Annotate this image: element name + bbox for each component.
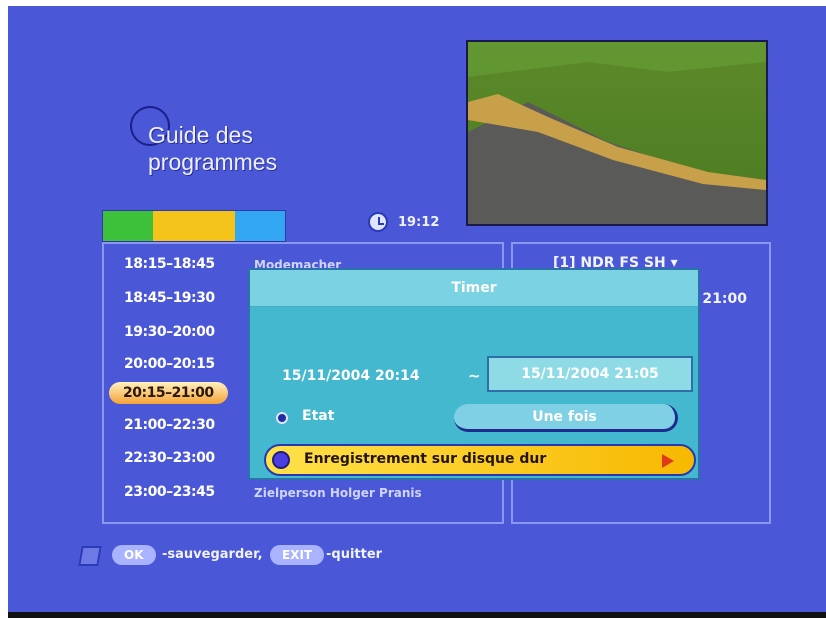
- radio-dot-icon: [276, 412, 288, 424]
- title-line-1: Guide des: [148, 122, 253, 148]
- time-slot-selected[interactable]: 20:15–21:00: [109, 382, 228, 404]
- program-end-time: 21:00: [702, 291, 747, 307]
- range-separator: ~: [468, 367, 481, 385]
- video-preview: [466, 40, 768, 226]
- green-key: [103, 211, 153, 241]
- yellow-key: [153, 211, 235, 241]
- record-label: Enregistrement sur disque dur: [304, 451, 547, 467]
- ok-key-description: -sauvegarder,: [162, 547, 263, 562]
- state-select[interactable]: Une fois: [454, 404, 678, 432]
- clock-icon: [368, 212, 388, 232]
- time-slot[interactable]: 22:30–23:00: [124, 450, 215, 466]
- color-key-bar: [102, 210, 286, 242]
- time-slot[interactable]: 18:15–18:45: [124, 256, 215, 272]
- dialog-title: Timer: [250, 270, 698, 307]
- help-icon: [78, 546, 102, 566]
- title-line-2: programmes: [148, 149, 278, 175]
- time-slot[interactable]: 19:30–20:00: [124, 324, 215, 340]
- arrow-right-icon[interactable]: [662, 454, 674, 468]
- time-slot[interactable]: 23:00–23:45: [124, 484, 215, 500]
- end-datetime-field[interactable]: 15/11/2004 21:05: [487, 356, 693, 392]
- state-label: Etat: [302, 408, 335, 424]
- time-slot[interactable]: 21:00–22:30: [124, 417, 215, 433]
- exit-key-description: -quitter: [326, 547, 383, 562]
- time-slot[interactable]: 18:45–19:30: [124, 290, 215, 306]
- record-to-disk-option[interactable]: Enregistrement sur disque dur: [264, 444, 696, 476]
- exit-key-button[interactable]: EXIT: [270, 545, 325, 565]
- start-datetime: 15/11/2004 20:14: [282, 368, 420, 384]
- page-title: Guide des programmes: [148, 122, 277, 176]
- program-title: Zielperson Holger Pranis: [254, 486, 422, 500]
- radio-selected-icon: [272, 451, 290, 469]
- tv-screen: Guide des programmes 19:12 18:15–18:45 M…: [8, 6, 826, 618]
- current-time: 19:12: [398, 215, 440, 230]
- timer-dialog: Timer 15/11/2004 20:14 ~ 15/11/2004 21:0…: [248, 268, 700, 480]
- time-slot[interactable]: 20:00–20:15: [124, 356, 215, 372]
- blue-key: [235, 211, 285, 241]
- ok-key-button[interactable]: OK: [112, 545, 156, 565]
